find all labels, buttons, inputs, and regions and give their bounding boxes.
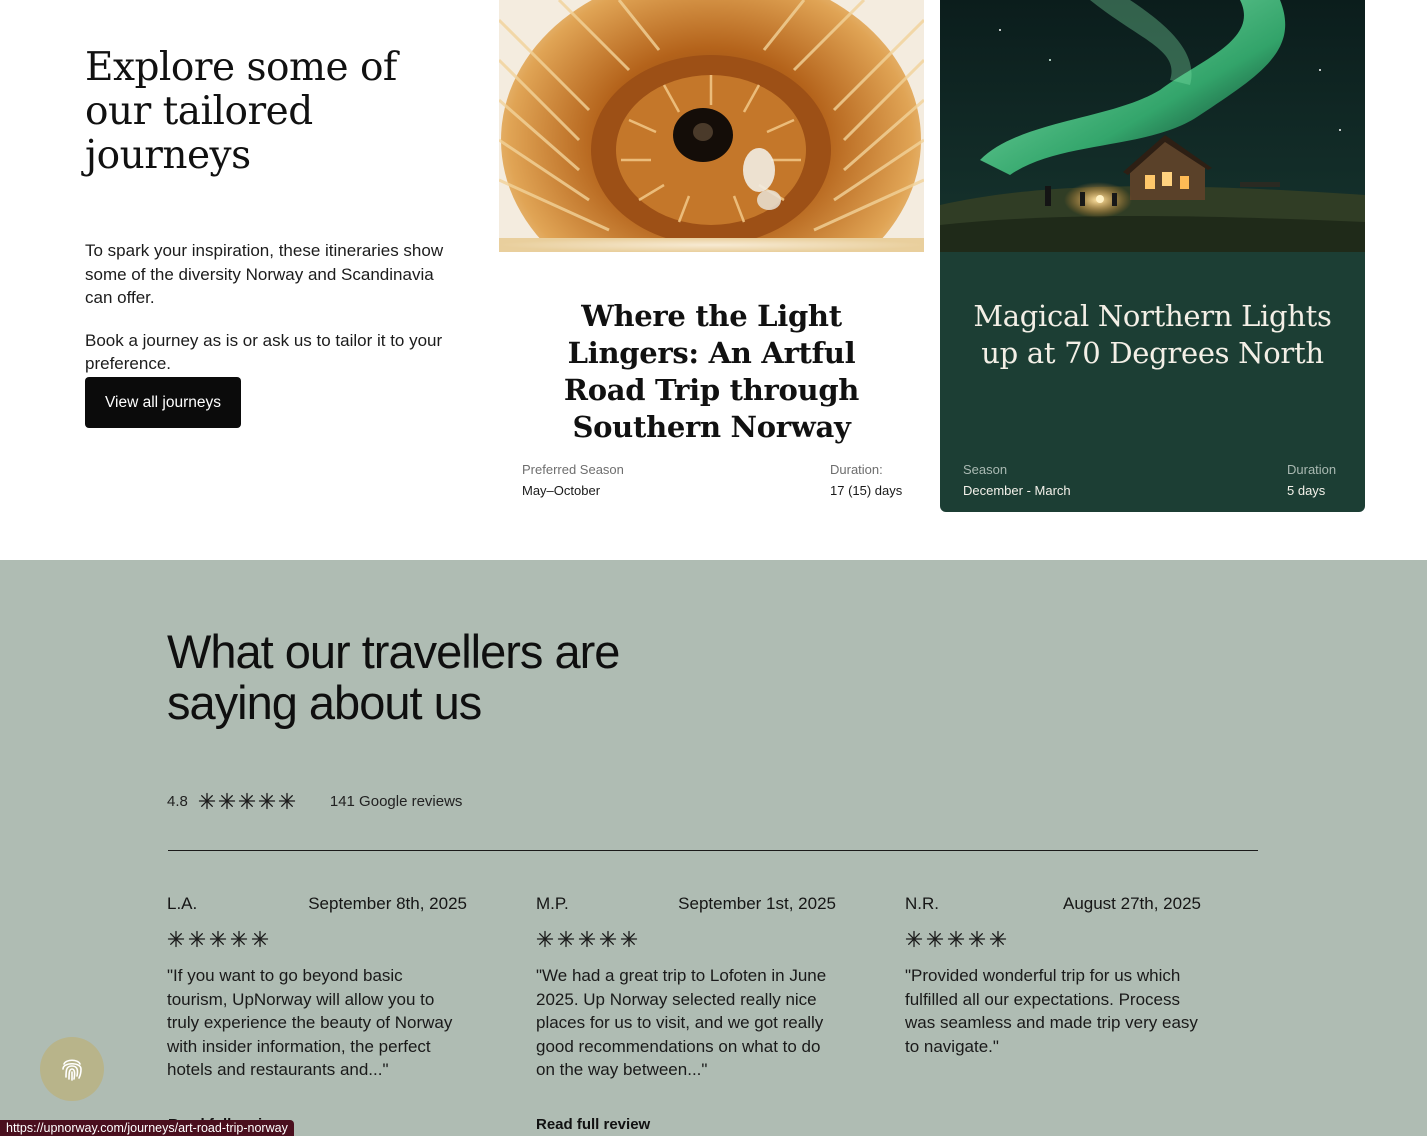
fingerprint-icon: [62, 1059, 82, 1081]
journey-image-spiral-staircase: [499, 0, 924, 252]
privacy-settings-button[interactable]: [40, 1037, 104, 1101]
journey-duration: Duration: 17 (15) days: [830, 459, 902, 501]
season-value: May–October: [522, 483, 601, 498]
star-icon: [947, 930, 965, 948]
reviewer-name: N.R.: [905, 894, 939, 913]
star-icon: [167, 930, 185, 948]
journeys-intro: Explore some of our tailored journeys To…: [85, 46, 465, 376]
star-icon: [599, 930, 617, 948]
star-icon: [557, 930, 575, 948]
star-icon: [258, 792, 276, 810]
read-full-review-link[interactable]: Read full review: [536, 1116, 650, 1133]
season-label: Season: [963, 462, 1008, 477]
journey-card-art-road-trip[interactable]: Where the Light Lingers: An Artful Road …: [499, 0, 924, 512]
duration-value: 17 (15) days: [830, 483, 903, 498]
journeys-section: Explore some of our tailored journeys To…: [0, 0, 1427, 560]
review-card: N.R. August 27th, 2025 "Provided wonderf…: [905, 894, 1205, 1058]
reviews-heading: What our travellers are saying about us: [167, 625, 620, 729]
season-label: Preferred Season: [522, 462, 624, 477]
review-card: M.P. September 1st, 2025 "We had a great…: [536, 894, 836, 1082]
duration-label: Duration: [1287, 462, 1337, 477]
journey-card-title: Magical Northern Lights up at 70 Degrees…: [973, 299, 1332, 370]
star-icon: [188, 930, 206, 948]
review-date: September 1st, 2025: [678, 894, 836, 913]
review-stars: [536, 930, 836, 948]
star-icon: [989, 930, 1007, 948]
season-value: December - March: [963, 483, 1071, 498]
star-icon: [278, 792, 296, 810]
star-icon: [968, 930, 986, 948]
journeys-intro-paragraph-2: Book a journey as is or ask us to tailor…: [85, 330, 443, 374]
reviewer-name: M.P.: [536, 894, 569, 913]
review-header: N.R. August 27th, 2025: [905, 894, 1205, 916]
review-card: L.A. September 8th, 2025 "If you want to…: [167, 894, 467, 1082]
star-icon: [578, 930, 596, 948]
star-icon: [218, 792, 236, 810]
review-header: L.A. September 8th, 2025: [167, 894, 467, 916]
review-text: "Provided wonderful trip for us which fu…: [905, 966, 1198, 1056]
journey-image-northern-lights-cabin: [940, 0, 1365, 252]
journey-card-northern-lights[interactable]: Magical Northern Lights up at 70 Degrees…: [940, 0, 1365, 512]
journey-season: Preferred Season May–October: [522, 459, 624, 501]
star-icon: [251, 930, 269, 948]
journey-card-title: Where the Light Lingers: An Artful Road …: [563, 299, 860, 444]
star-icon: [620, 930, 638, 948]
journeys-intro-paragraph: To spark your inspiration, these itinera…: [85, 241, 444, 307]
star-icon: [198, 792, 216, 810]
review-date: September 8th, 2025: [308, 894, 467, 913]
star-icon: [230, 930, 248, 948]
reviews-divider: [168, 850, 1258, 851]
journey-duration: Duration 5 days: [1287, 459, 1336, 501]
view-all-journeys-button[interactable]: View all journeys: [85, 377, 242, 428]
star-icon: [209, 930, 227, 948]
review-text: "If you want to go beyond basic tourism,…: [167, 966, 453, 1079]
review-stars: [905, 930, 1205, 948]
duration-value: 5 days: [1287, 483, 1326, 498]
star-icon: [926, 930, 944, 948]
review-stars: [167, 930, 467, 948]
review-text: "We had a great trip to Lofoten in June …: [536, 966, 827, 1079]
star-icon: [905, 930, 923, 948]
overall-rating: 4.8 141 Google reviews: [167, 789, 462, 813]
status-bar-url: https://upnorway.com/journeys/art-road-t…: [0, 1120, 294, 1136]
rating-stars: [198, 792, 296, 810]
star-icon: [536, 930, 554, 948]
rating-value: 4.8: [167, 792, 188, 810]
reviewer-name: L.A.: [167, 894, 198, 913]
review-header: M.P. September 1st, 2025: [536, 894, 836, 916]
journeys-heading: Explore some of our tailored journeys: [85, 45, 397, 178]
journey-season: Season December - March: [963, 459, 1071, 501]
review-date: August 27th, 2025: [1062, 894, 1201, 913]
google-reviews-link[interactable]: 141 Google reviews: [330, 793, 463, 810]
star-icon: [238, 792, 256, 810]
reviews-section: What our travellers are saying about us …: [0, 560, 1427, 1136]
duration-label: Duration:: [830, 462, 883, 477]
